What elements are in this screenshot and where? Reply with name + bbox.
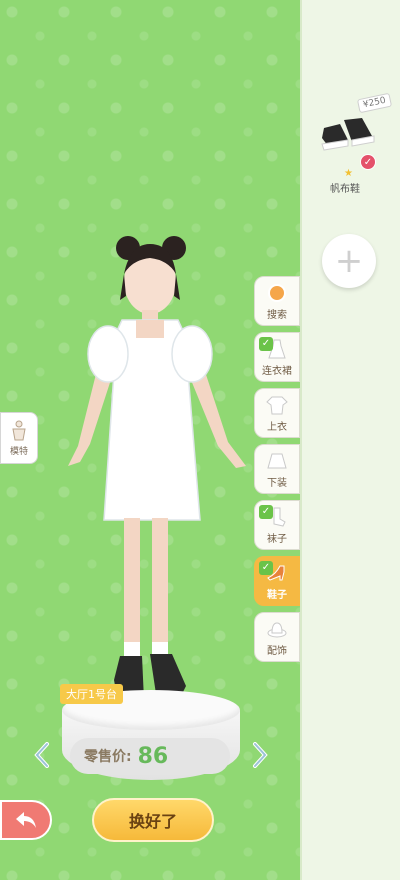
tab-search[interactable]: 搜索 [254,276,300,326]
tab-label: 下装 [267,477,287,489]
shirt-icon [266,396,288,414]
tab-accessories[interactable]: 配饰 [254,612,300,662]
check-icon: ✓ [259,505,273,519]
tab-shoes[interactable]: ✓ 鞋子 [254,556,300,606]
check-icon: ✓ [259,337,273,351]
tab-dress[interactable]: ✓ 连衣裙 [254,332,300,382]
next-arrow-icon[interactable] [252,742,268,768]
previous-arrow-icon[interactable] [34,742,50,768]
character-model [68,236,246,706]
tab-top[interactable]: 上衣 [254,388,300,438]
model-button[interactable]: 模特 [0,412,38,464]
add-item-button[interactable]: + [322,234,376,288]
done-button[interactable]: 换好了 [92,798,214,842]
skirt-icon [267,453,287,468]
tab-label: 搜索 [267,309,287,321]
mannequin-icon [12,420,26,440]
retail-price-display: 零售价: 86 [70,738,230,774]
sneaker-icon [321,118,375,151]
wardrobe-item-canvas-shoes[interactable]: ¥250 ✓ ★ 帆布鞋 [318,92,393,196]
selected-check-icon: ✓ [360,154,376,170]
platform-label: 大厅1号台 [60,684,123,704]
tab-bottoms[interactable]: 下装 [254,444,300,494]
tab-label: 鞋子 [267,589,287,601]
category-tabs: 搜索 ✓ 连衣裙 上衣 下装 ✓ 袜子 ✓ 鞋子 配饰 [254,276,300,668]
retail-price-value: 86 [137,743,169,769]
check-icon: ✓ [259,561,273,575]
back-button[interactable] [0,800,52,840]
hat-icon [267,621,287,637]
tab-socks[interactable]: ✓ 袜子 [254,500,300,550]
undo-arrow-icon [16,812,36,828]
tab-label: 连衣裙 [262,365,292,377]
tab-label: 上衣 [267,421,287,433]
search-icon [268,283,286,302]
model-label: 模特 [9,446,28,457]
item-name: 帆布鞋 [330,184,360,195]
retail-price-label: 零售价: [84,749,132,765]
tab-label: 配饰 [267,645,287,657]
tab-label: 袜子 [267,533,287,545]
star-icon: ★ [344,168,353,179]
